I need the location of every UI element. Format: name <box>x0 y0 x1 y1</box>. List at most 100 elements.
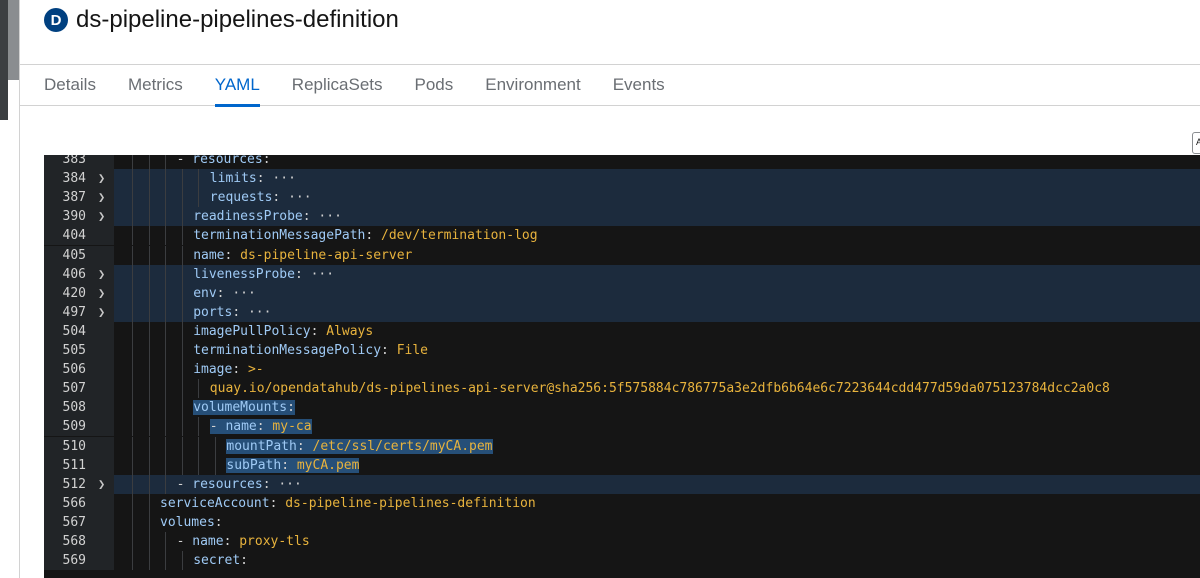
indent-guide <box>165 321 167 341</box>
code-content: imagePullPolicy: Always <box>114 321 1200 341</box>
yaml-key: imagePullPolicy <box>193 323 311 339</box>
code-line[interactable]: 387 ❯ requests: ··· <box>44 188 1200 208</box>
code-content: requests: ··· <box>114 188 1200 208</box>
code-line[interactable]: 497 ❯ ports: ··· <box>44 302 1200 322</box>
indent-guide <box>181 264 183 284</box>
line-number: 512 <box>62 476 86 492</box>
side-scrollbar[interactable] <box>8 0 19 80</box>
line-number: 569 <box>62 553 86 569</box>
line-gutter: 384 ❯ <box>44 169 114 189</box>
folded-ellipsis[interactable]: ··· <box>318 209 341 224</box>
code-line[interactable]: 567 volumes: <box>44 512 1200 532</box>
code-text: quay.io/opendatahub/ds-pipelines-api-ser… <box>210 379 1110 398</box>
indent-guide <box>181 398 183 418</box>
line-number: 505 <box>62 343 86 358</box>
code-line[interactable]: 511 subPath: myCA.pem <box>44 455 1200 475</box>
tab-events[interactable]: Events <box>597 65 681 106</box>
fold-chevron-icon[interactable]: ❯ <box>98 265 105 284</box>
folded-ellipsis[interactable]: ··· <box>311 267 334 282</box>
folded-ellipsis[interactable]: ··· <box>272 171 295 186</box>
tab-details[interactable]: Details <box>20 65 112 106</box>
code-content: subPath: myCA.pem <box>114 455 1200 475</box>
code-line[interactable]: 384 ❯ limits: ··· <box>44 169 1200 189</box>
line-gutter: 508 <box>44 398 114 418</box>
tab-replicasets[interactable]: ReplicaSets <box>276 65 399 106</box>
indent-guide <box>198 455 200 475</box>
indent-guide <box>132 551 133 571</box>
tab-metrics[interactable]: Metrics <box>112 65 199 106</box>
yaml-key: livenessProbe <box>193 266 295 282</box>
fold-chevron-icon[interactable]: ❯ <box>98 475 105 494</box>
line-number: 566 <box>62 495 86 511</box>
code-line[interactable]: 568 - name: proxy-tls <box>44 532 1200 552</box>
code-line[interactable]: 404 terminationMessagePath: /dev/terminat… <box>44 226 1200 246</box>
indent-guide <box>132 436 133 456</box>
line-number: 406 <box>62 266 86 282</box>
indent-guide <box>181 360 183 380</box>
code-line[interactable]: 505 terminationMessagePolicy: File <box>44 341 1200 361</box>
indent-guide <box>165 379 167 399</box>
code-line[interactable]: 512 ❯ - resources: ··· <box>44 474 1200 494</box>
yaml-editor[interactable]: 383 - resources: 384 ❯ limits: ··· 387 ❯ reques… <box>44 155 1200 578</box>
code-line[interactable]: 507 quay.io/opendatahub/ds-pipelines-api-… <box>44 379 1200 399</box>
code-line[interactable]: 504 imagePullPolicy: Always <box>44 321 1200 341</box>
window-left-edge <box>0 0 20 578</box>
code-line[interactable]: 420 ❯ env: ··· <box>44 283 1200 303</box>
code-line[interactable]: 383 - resources: <box>44 155 1200 170</box>
indent-guide <box>148 455 150 475</box>
line-gutter: 567 <box>44 512 114 532</box>
code-line[interactable]: 566 serviceAccount: ds-pipeline-pipelines… <box>44 493 1200 513</box>
indent-guide <box>215 436 216 456</box>
indent-guide <box>165 245 167 265</box>
code-text: terminationMessagePolicy: File <box>193 341 428 360</box>
folded-ellipsis[interactable]: ··· <box>288 190 311 205</box>
code-content: - name: proxy-tls <box>114 532 1200 552</box>
code-line[interactable]: 405 name: ds-pipeline-api-server <box>44 245 1200 265</box>
yaml-colon: : <box>310 323 327 339</box>
code-text: requests: ··· <box>210 188 312 207</box>
code-line[interactable]: 569 secret: <box>44 551 1200 571</box>
fold-chevron-icon[interactable]: ❯ <box>98 284 105 303</box>
indent-guide <box>181 455 183 475</box>
indent-guide <box>165 417 167 437</box>
indent-guide <box>165 155 167 170</box>
code-line[interactable]: 508 volumeMounts: <box>44 398 1200 418</box>
fold-chevron-icon[interactable]: ❯ <box>98 169 105 188</box>
indent-guide <box>181 226 183 246</box>
tab-pods[interactable]: Pods <box>399 65 470 106</box>
yaml-colon: : <box>256 419 273 435</box>
code-line[interactable]: 509 - name: my-ca <box>44 417 1200 437</box>
indent-guide <box>148 512 150 532</box>
line-number: 568 <box>62 534 86 549</box>
code-text: subPath: myCA.pem <box>226 456 360 475</box>
list-dash: - <box>176 155 193 167</box>
indent-guide <box>148 436 150 456</box>
fold-chevron-icon[interactable]: ❯ <box>98 188 105 207</box>
indent-guide <box>181 302 183 322</box>
indent-guide <box>148 188 150 208</box>
fold-chevron-icon[interactable]: ❯ <box>98 207 105 226</box>
line-number: 404 <box>62 228 86 244</box>
yaml-value: ds-pipeline-api-server <box>240 247 413 263</box>
yaml-colon: : <box>262 476 279 492</box>
indent-guide <box>198 379 200 399</box>
line-gutter: 383 <box>44 155 114 170</box>
line-gutter: 511 <box>44 455 114 475</box>
editor-toolbar-button[interactable]: A <box>1192 132 1200 154</box>
fold-chevron-icon[interactable]: ❯ <box>98 303 105 322</box>
code-line[interactable]: 510 mountPath: /etc/ssl/certs/myCA.pem <box>44 436 1200 456</box>
yaml-value: quay.io/opendatahub/ds-pipelines-api-ser… <box>209 381 1110 397</box>
yaml-key: name <box>193 247 225 263</box>
code-line[interactable]: 390 ❯ readinessProbe: ··· <box>44 207 1200 227</box>
tab-environment[interactable]: Environment <box>469 65 596 106</box>
tab-yaml[interactable]: YAML <box>199 65 276 107</box>
yaml-colon: : <box>269 495 286 511</box>
code-line[interactable]: 406 ❯ livenessProbe: ··· <box>44 264 1200 284</box>
folded-ellipsis[interactable]: ··· <box>278 477 301 492</box>
indent-guide <box>148 321 150 341</box>
code-line[interactable]: 506 image: >- <box>44 360 1200 380</box>
yaml-colon: : <box>240 553 248 569</box>
yaml-key: name <box>225 419 257 435</box>
folded-ellipsis[interactable]: ··· <box>232 286 255 301</box>
folded-ellipsis[interactable]: ··· <box>248 305 271 320</box>
